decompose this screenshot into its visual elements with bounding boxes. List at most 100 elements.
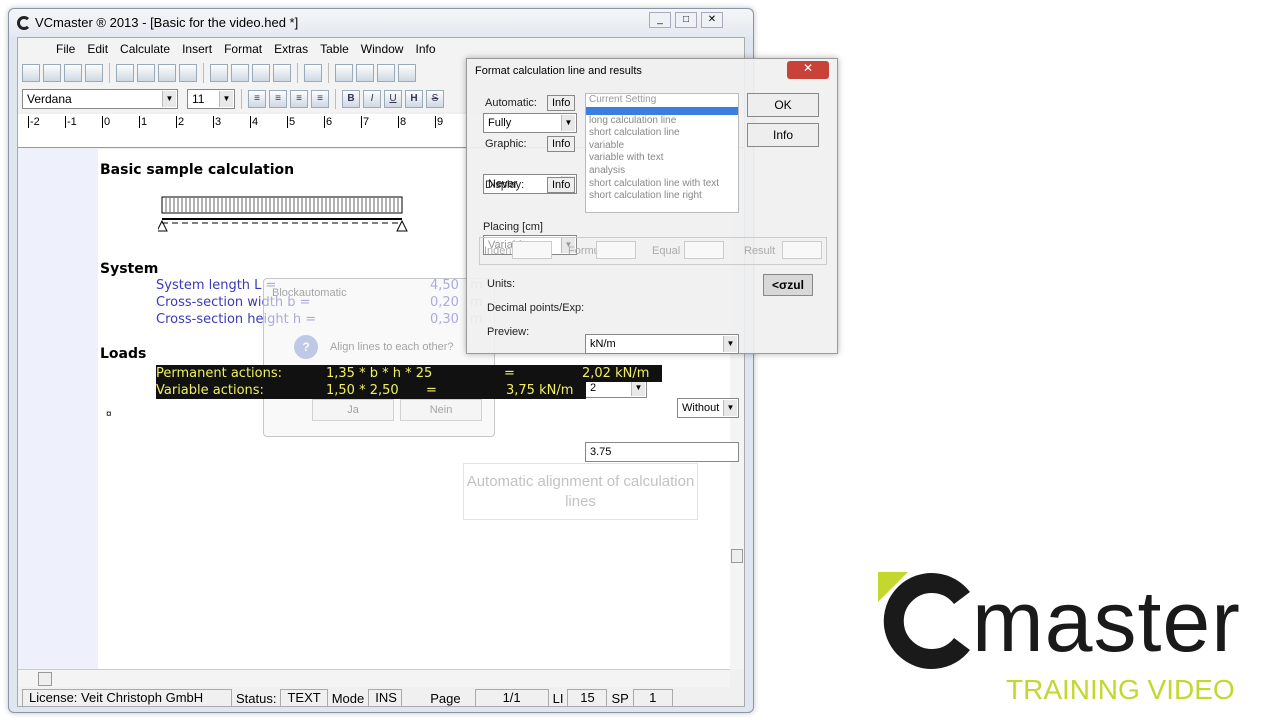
bold-button[interactable]: B xyxy=(342,90,360,108)
menu-window[interactable]: Window xyxy=(355,42,410,56)
load-result: 2,02 kN/m xyxy=(582,366,650,381)
load-equals: = xyxy=(426,383,437,398)
status-bar: License: Veit Christoph GmbH Status: TEX… xyxy=(18,688,744,708)
copy-icon[interactable] xyxy=(231,64,249,82)
menu-extras[interactable]: Extras xyxy=(268,42,314,56)
paste-icon[interactable] xyxy=(252,64,270,82)
menu-edit[interactable]: Edit xyxy=(81,42,114,56)
strike-button[interactable]: S xyxy=(426,90,444,108)
menu-format[interactable]: Format xyxy=(218,42,268,56)
ruler-tick-label: -2 xyxy=(28,116,40,128)
page-margin xyxy=(18,149,98,669)
placing-label: Placing [cm] xyxy=(483,221,543,233)
underline-button[interactable]: U xyxy=(384,90,402,108)
ruler-tick-label: -1 xyxy=(65,116,77,128)
list-item[interactable]: variable with text xyxy=(586,152,738,165)
no-button[interactable]: Nein xyxy=(400,399,482,421)
print-icon[interactable] xyxy=(158,64,176,82)
horizontal-scrollbar[interactable] xyxy=(18,669,730,687)
load-label: Permanent actions: xyxy=(156,366,282,381)
license-text: License: Veit Christoph GmbH xyxy=(22,689,232,707)
close-icon[interactable]: ✕ xyxy=(787,61,829,79)
units-select[interactable]: kN/m ▼ xyxy=(585,334,739,354)
ok-button[interactable]: OK xyxy=(747,93,819,117)
load-row[interactable]: Permanent actions: 1,35 * b * h * 25 = 2… xyxy=(156,365,662,382)
table-icon[interactable] xyxy=(377,64,395,82)
load-formula: 1,50 * 2,50 xyxy=(326,383,399,398)
title-bar: VCmaster ® 2013 - [Basic for the video.h… xyxy=(9,9,753,37)
minimize-button[interactable]: _ xyxy=(649,12,671,28)
sigma-button[interactable]: <σzul xyxy=(763,274,813,296)
find-icon[interactable] xyxy=(335,64,353,82)
list-item[interactable] xyxy=(586,106,738,115)
formula-input[interactable] xyxy=(596,241,636,259)
list-item[interactable]: analysis xyxy=(586,165,738,178)
preview-icon[interactable] xyxy=(116,64,134,82)
load-label: Variable actions: xyxy=(156,383,264,398)
list-item[interactable]: variable xyxy=(586,140,738,153)
menu-file[interactable]: File xyxy=(50,42,81,56)
close-button[interactable]: ✕ xyxy=(701,12,723,28)
dialog-title: Blockautomatic xyxy=(272,287,347,299)
variable-icon[interactable] xyxy=(356,64,374,82)
open-icon[interactable] xyxy=(43,64,61,82)
spellcheck-icon[interactable] xyxy=(179,64,197,82)
save-icon[interactable] xyxy=(64,64,82,82)
display-label: Display: xyxy=(485,179,525,191)
ruler-tick-label: 5 xyxy=(287,116,296,128)
maximize-button[interactable]: □ xyxy=(675,12,697,28)
chevron-down-icon: ▼ xyxy=(219,91,233,107)
justify-icon[interactable]: ≡ xyxy=(311,90,329,108)
menu-bar: File Edit Calculate Insert Format Extras… xyxy=(18,38,744,60)
menu-table[interactable]: Table xyxy=(314,42,355,56)
list-item[interactable]: short calculation line with text xyxy=(586,178,738,191)
heading-button[interactable]: H xyxy=(405,90,423,108)
align-right-icon[interactable]: ≡ xyxy=(290,90,308,108)
indent-input[interactable] xyxy=(512,241,552,259)
load-row[interactable]: Variable actions: 1,50 * 2,50 = 3,75 kN/… xyxy=(156,382,586,399)
clear-format-icon[interactable] xyxy=(273,64,291,82)
font-select[interactable]: Verdana ▼ xyxy=(22,89,178,109)
mode-value: INS xyxy=(368,689,403,707)
cut-icon[interactable] xyxy=(210,64,228,82)
menu-calculate[interactable]: Calculate xyxy=(114,42,176,56)
ruler-tick-label: 0 xyxy=(102,116,111,128)
info-button[interactable]: Info xyxy=(747,123,819,147)
align-left-icon[interactable]: ≡ xyxy=(248,90,266,108)
format-calculation-dialog: Format calculation line and results ✕ Au… xyxy=(466,58,838,462)
app-logo-icon xyxy=(17,16,31,30)
calculation-line-list[interactable]: Current Setting long calculation line shor… xyxy=(585,93,739,213)
list-item[interactable]: short calculation line xyxy=(586,127,738,140)
page-value: 1/1 xyxy=(474,689,549,707)
display-info-button[interactable]: Info xyxy=(547,177,576,193)
align-center-icon[interactable]: ≡ xyxy=(269,90,287,108)
menu-insert[interactable]: Insert xyxy=(176,42,218,56)
pdf-icon[interactable] xyxy=(85,64,103,82)
list-item[interactable]: long calculation line xyxy=(586,115,738,128)
brand-subtitle: TRAINING VIDEO xyxy=(1006,674,1235,705)
ruler-tick-label: 7 xyxy=(361,116,370,128)
list-item[interactable]: Current Setting xyxy=(586,94,738,107)
blockautomatic-dialog: Blockautomatic ? Align lines to each oth… xyxy=(263,278,495,437)
load-result: 3,75 kN/m xyxy=(506,383,574,398)
automatic-info-button[interactable]: Info xyxy=(547,95,576,111)
automatic-select[interactable]: Fully ▼ xyxy=(483,113,577,133)
dialog-title: Format calculation line and results xyxy=(475,65,642,77)
exponent-select[interactable]: Without ▼ xyxy=(677,398,739,418)
color-icon[interactable] xyxy=(398,64,416,82)
graphic-label: Graphic: xyxy=(485,138,527,150)
font-size-select[interactable]: 11 ▼ xyxy=(187,89,235,109)
list-item[interactable]: short calculation line right xyxy=(586,190,738,203)
delete-icon[interactable] xyxy=(137,64,155,82)
result-input[interactable] xyxy=(782,241,822,259)
automatic-label: Automatic: xyxy=(485,97,537,109)
equal-input[interactable] xyxy=(684,241,724,259)
menu-info[interactable]: Info xyxy=(409,42,441,56)
yes-button[interactable]: Ja xyxy=(312,399,394,421)
italic-button[interactable]: I xyxy=(363,90,381,108)
new-file-icon[interactable] xyxy=(22,64,40,82)
undo-icon[interactable] xyxy=(304,64,322,82)
status-label: Status: xyxy=(236,690,277,706)
page-label: Page xyxy=(430,690,461,706)
graphic-info-button[interactable]: Info xyxy=(547,136,576,152)
